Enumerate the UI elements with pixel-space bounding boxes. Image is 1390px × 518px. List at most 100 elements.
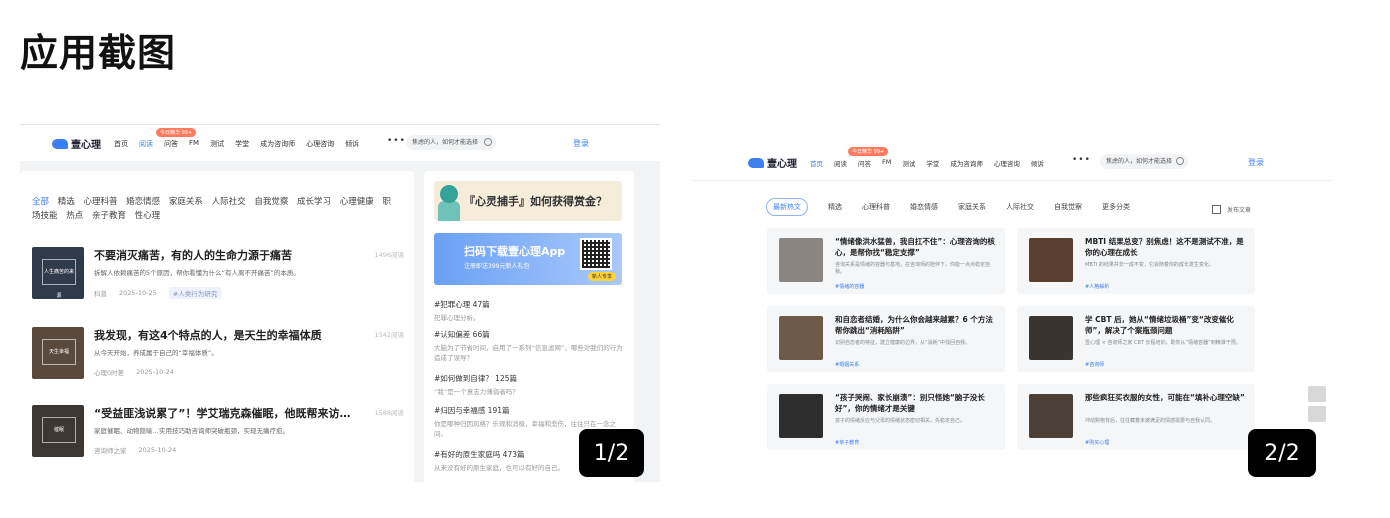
article-item[interactable]: 天生幸福 我发现，有这4个特点的人，是天生的幸福体质 从今天开始，养成属于自己的… [32,327,404,379]
category-item[interactable]: 心理健康 [340,197,374,207]
nav-item[interactable]: 心理咨询 [306,139,334,149]
category-item[interactable]: 家庭关系 [169,197,203,207]
nav-item[interactable]: 成为咨询师 [260,139,295,149]
article-author[interactable]: 咨询师之家 [94,445,127,455]
article-card[interactable]: “孩子哭闹、家长崩溃”：别只怪她“脑子没长好”，你的情绪才是关键 孩子的情绪反应… [767,384,1005,450]
article-card[interactable]: MBTI 结果总变？别焦虑！这不是测试不准，是你的心理在成长 MBTI 的结果并… [1017,228,1255,294]
tab-item[interactable]: 心理科普 [862,202,890,212]
topic-title[interactable]: #犯罪心理 47篇 [434,299,624,310]
more-menu-icon[interactable]: ••• [1072,155,1091,165]
search-input[interactable]: 焦虑的人，如何才能选择 [406,135,496,150]
category-item[interactable]: 成长学习 [297,197,331,207]
image-counter: 1/2 [579,429,644,477]
article-author[interactable]: 科普 [94,288,107,298]
tab-item[interactable]: 更多分类 [1102,202,1130,212]
nav-item[interactable]: 阅读 [139,139,153,149]
nav-item[interactable]: 问答 [858,158,871,168]
article-item[interactable]: 人生痛苦的来源 不要消灭痛苦，有的人的生命力源于痛苦 拆解人依赖痛苦的5个原因，… [32,247,404,299]
article-author[interactable]: 心理0时差 [94,367,124,377]
article-item[interactable]: 催眠 “受益匪浅说累了”！学艾瑞克森催眠，他既帮来访者… 家庭催眠、动物隐喻…实… [32,405,404,457]
article-tag[interactable]: #人类行为研究 [168,287,222,299]
app-download-banner[interactable]: 扫码下载壹心理App 注册即送399元新人礼包 新人专享 [434,233,622,285]
nav-item[interactable]: 学堂 [926,158,939,168]
tab-latest[interactable]: 最新热文 [766,198,808,216]
tab-item[interactable]: 精选 [828,202,842,212]
category-item[interactable]: 精选 [58,197,75,207]
nav-item[interactable]: 问答 [164,139,178,149]
publish-article-button[interactable]: 发布文章 [1212,205,1251,214]
category-filter: 全部 精选 心理科普 婚恋情感 家庭关系 人际社交 自我觉察 成长学习 心理健康… [32,195,392,223]
search-input[interactable]: 焦虑的人，如何才能选择 [1100,154,1188,169]
screenshot-2[interactable]: 壹心理 今日精华 99+ 首页 阅读 问答 FM 测试 学堂 成为咨询师 心理咨… [692,146,1332,452]
thumbnail-caption: 天生幸福 [42,339,76,365]
article-card[interactable]: 那些疯狂买衣服的女性，可能在“填补心理空缺” 冲动购物背后，往往藏着未被满足的情… [1017,384,1255,450]
category-item[interactable]: 心理科普 [83,197,117,207]
article-title[interactable]: “受益匪浅说累了”！学艾瑞克森催眠，他既帮来访者… [94,405,354,421]
card-title[interactable]: MBTI 结果总变？别焦虑！这不是测试不准，是你的心理在成长 [1085,236,1245,258]
article-reads: 1542阅读 [374,331,404,339]
category-item[interactable]: 性心理 [135,211,161,221]
article-title[interactable]: 我发现，有这4个特点的人，是天生的幸福体质 [94,327,354,343]
topic-title[interactable]: #归因与幸福感 191篇 [434,405,624,416]
card-title[interactable]: 和自恋者结婚，为什么你会越来越累？6 个方法帮你跳出“消耗陷阱” [835,314,995,336]
card-title[interactable]: 那些疯狂买衣服的女性，可能在“填补心理空缺” [1085,392,1245,403]
figure-illustration-icon [438,201,460,221]
search-icon[interactable] [484,138,492,146]
article-title[interactable]: 不要消灭痛苦，有的人的生命力源于痛苦 [94,247,354,263]
topic-title[interactable]: #认知偏差 66篇 [434,329,624,340]
card-title[interactable]: 学 CBT 后，她从“情绪垃圾桶”变“改变催化师”，解决了个案瓶颈问题 [1085,314,1245,336]
tab-item[interactable]: 自我觉察 [1054,202,1082,212]
nav-item[interactable]: 倾诉 [1031,158,1044,168]
topic-item[interactable]: #如何做到自律？ 125篇 “我”是一个意志力薄弱者吗？ [434,373,624,397]
screenshot-1[interactable]: 壹心理 今日精华 99+ 首页 阅读 问答 FM 测试 学堂 成为咨询师 心理咨… [20,124,660,482]
search-placeholder: 焦虑的人，如何才能选择 [412,139,479,146]
nav-badge: 今日精华 99+ [156,128,197,137]
bounty-banner[interactable]: 『心灵捕手』如何获得赏金？ [434,181,622,221]
nav-item[interactable]: 倾诉 [345,139,359,149]
brand-logo[interactable]: 壹心理 [748,155,797,170]
brand-logo[interactable]: 壹心理 [52,136,101,151]
search-icon[interactable] [1176,157,1184,165]
nav-item[interactable]: 首页 [810,158,823,168]
topic-desc: 犯罪心理分析。 [434,314,480,322]
login-link[interactable]: 登录 [573,138,589,149]
nav-item[interactable]: 阅读 [834,158,847,168]
nav-item[interactable]: 心理咨询 [994,158,1020,168]
card-title[interactable]: “孩子哭闹、家长崩溃”：别只怪她“脑子没长好”，你的情绪才是关键 [835,392,995,414]
article-card[interactable]: 和自恋者结婚，为什么你会越来越累？6 个方法帮你跳出“消耗陷阱” 识别自恋者的特… [767,306,1005,372]
tab-item[interactable]: 家庭关系 [958,202,986,212]
card-tag[interactable]: #咨询师 [1085,361,1104,368]
category-item[interactable]: 热点 [66,211,83,221]
card-tag[interactable]: #人格解析 [1085,283,1109,290]
card-tag[interactable]: #购买心理 [1085,439,1109,446]
nav-item[interactable]: 首页 [114,139,128,149]
category-item[interactable]: 亲子教育 [92,211,126,221]
tab-item[interactable]: 婚恋情感 [910,202,938,212]
article-card[interactable]: 学 CBT 后，她从“情绪垃圾桶”变“改变催化师”，解决了个案瓶颈问题 壹心理 … [1017,306,1255,372]
card-title[interactable]: “情绪像洪水猛兽，我自扛不住”：心理咨询的核心，是帮你找“稳定支撑” [835,236,995,258]
tab-item[interactable]: 人际社交 [1006,202,1034,212]
nav-item[interactable]: 学堂 [235,139,249,149]
back-to-top-icon[interactable] [1308,406,1326,422]
category-item[interactable]: 全部 [32,197,49,207]
article-card[interactable]: “情绪像洪水猛兽，我自扛不住”：心理咨询的核心，是帮你找“稳定支撑” 咨询关系是… [767,228,1005,294]
card-tag[interactable]: #情绪的容器 [835,283,864,290]
more-menu-icon[interactable]: ••• [387,136,406,146]
login-link[interactable]: 登录 [1248,157,1264,168]
nav-item[interactable]: 测试 [902,158,915,168]
new-user-button[interactable]: 新人专享 [587,272,616,281]
nav-item[interactable]: FM [882,158,891,168]
nav-item[interactable]: 成为咨询师 [950,158,983,168]
category-item[interactable]: 婚恋情感 [126,197,160,207]
edit-float-icon[interactable] [1308,386,1326,402]
nav-item[interactable]: 测试 [210,139,224,149]
category-item[interactable]: 自我觉察 [254,197,288,207]
category-item[interactable]: 人际社交 [212,197,246,207]
topic-item[interactable]: #认知偏差 66篇 大脑为了节省时间，启用了一系列“信息滤网”，哪些对我们的行为… [434,329,624,363]
topic-item[interactable]: #犯罪心理 47篇 犯罪心理分析。 [434,299,624,323]
card-tag[interactable]: #亲子教育 [835,439,859,446]
card-tag[interactable]: #婚姻关系 [835,361,859,368]
nav-item[interactable]: FM [189,139,199,149]
topic-title[interactable]: #如何做到自律？ 125篇 [434,373,624,384]
image-counter: 2/2 [1248,429,1316,477]
